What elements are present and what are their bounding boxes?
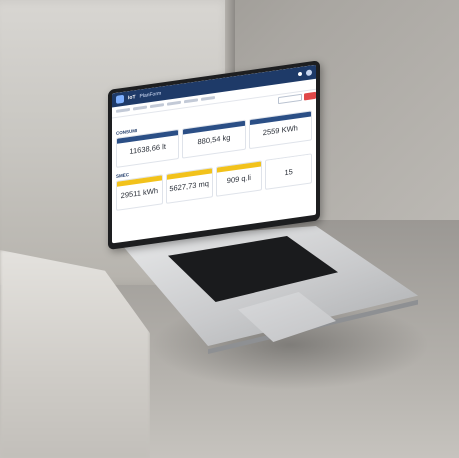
nav-item[interactable] (116, 107, 130, 113)
metric-value: 5627,73 mq (169, 178, 209, 194)
metric-value: 11638,66 lt (129, 141, 166, 156)
metric-value: 909 q.li (226, 172, 251, 186)
photo-scene: IoT PlanForm CONSUMI 11638,66 lt 880,54 … (0, 0, 459, 458)
nav-item[interactable] (133, 105, 147, 111)
metric-card[interactable]: 15 (265, 153, 312, 190)
nav-item[interactable] (167, 100, 181, 106)
logo-icon (116, 94, 124, 104)
nav-item[interactable] (150, 103, 164, 109)
metric-value: 2559 KWh (262, 123, 298, 138)
metric-value: 880,54 kg (197, 132, 231, 147)
brand-right: PlanForm (139, 90, 162, 100)
laptop-lid: IoT PlanForm CONSUMI 11638,66 lt 880,54 … (108, 60, 320, 251)
laptop-screen: IoT PlanForm CONSUMI 11638,66 lt 880,54 … (112, 64, 316, 244)
nav-item[interactable] (184, 98, 198, 104)
metric-card[interactable]: 29511 kWh (116, 174, 163, 211)
nav-item[interactable] (201, 95, 215, 101)
metric-card[interactable]: 5627,73 mq (165, 167, 213, 204)
metric-card[interactable]: 909 q.li (215, 160, 263, 197)
metric-value: 15 (284, 167, 293, 178)
metric-value: 29511 kWh (120, 185, 159, 201)
settings-icon[interactable] (298, 71, 302, 77)
brand-left: IoT (128, 94, 136, 102)
avatar[interactable] (306, 69, 312, 77)
